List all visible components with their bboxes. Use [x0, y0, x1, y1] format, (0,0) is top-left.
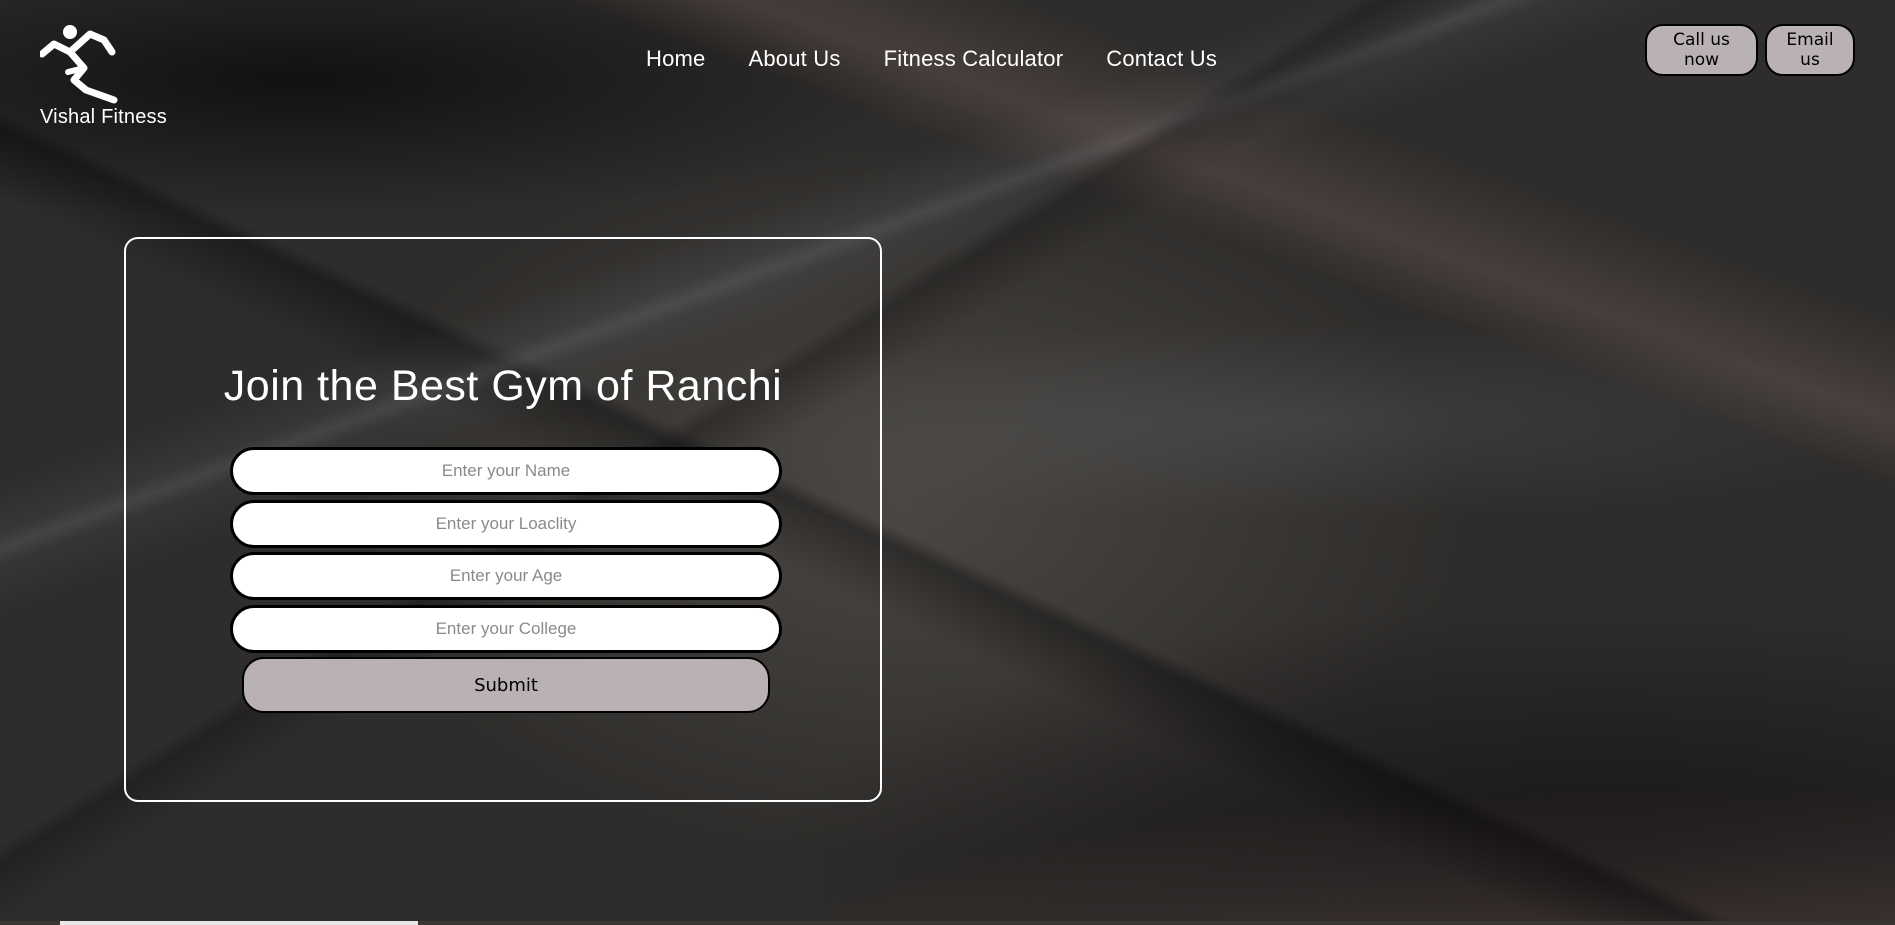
name-input[interactable] [230, 447, 782, 495]
bottom-strip-highlight [60, 921, 418, 925]
nav-item-contact-us[interactable]: Contact Us [1106, 46, 1217, 72]
running-figure-icon [40, 25, 118, 104]
call-us-button[interactable]: Call us now [1645, 24, 1758, 76]
nav-item-fitness-calculator[interactable]: Fitness Calculator [884, 46, 1064, 72]
nav-item-home[interactable]: Home [646, 46, 706, 72]
main-nav: Home About Us Fitness Calculator Contact… [646, 46, 1217, 72]
brand-name: Vishal Fitness [40, 106, 167, 128]
contact-buttons: Call us now Email us [1645, 24, 1855, 76]
brand-logo[interactable]: Vishal Fitness [40, 22, 180, 129]
submit-button[interactable]: Submit [242, 657, 770, 713]
bottom-scroll-strip [0, 921, 1895, 925]
college-input[interactable] [230, 605, 782, 653]
age-input[interactable] [230, 552, 782, 600]
nav-item-about-us[interactable]: About Us [749, 46, 841, 72]
locality-input[interactable] [230, 500, 782, 548]
email-us-button[interactable]: Email us [1765, 24, 1855, 76]
form-title: Join the Best Gym of Ranchi [223, 362, 783, 410]
join-form-card: Join the Best Gym of Ranchi Submit [124, 237, 882, 802]
